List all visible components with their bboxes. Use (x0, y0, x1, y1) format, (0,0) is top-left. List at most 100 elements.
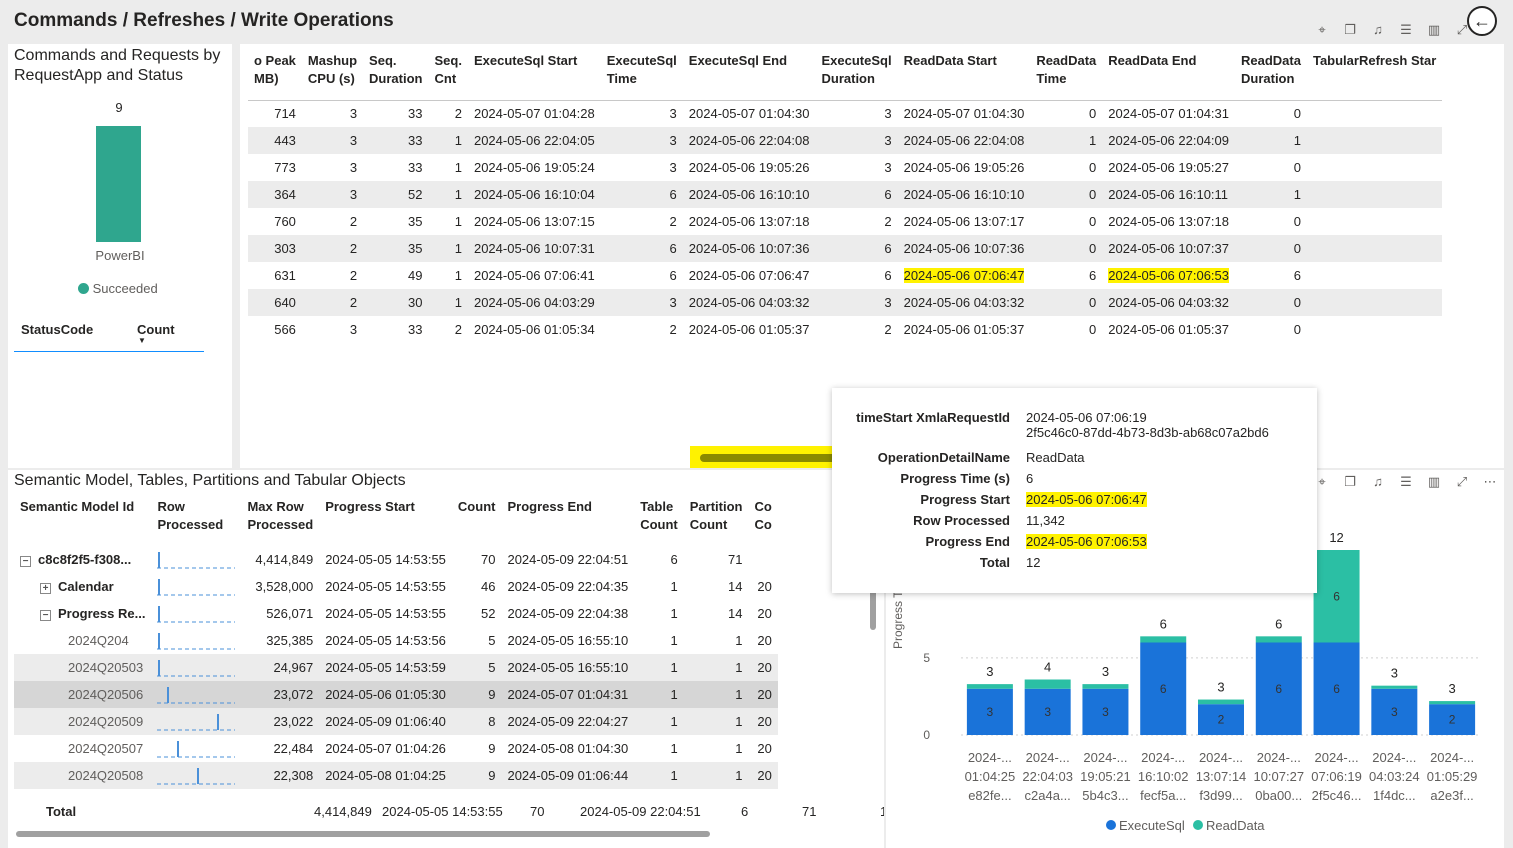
column-header[interactable]: Seq. Duration (363, 52, 428, 100)
expand-icon[interactable]: ⤢ (1452, 474, 1472, 490)
table-cell: 6 (1293, 268, 1301, 283)
table-cell: 1 (428, 127, 468, 154)
column-header[interactable]: ExecuteSql End (683, 52, 816, 100)
bar-segment[interactable] (966, 684, 1013, 689)
column-header[interactable]: Mashup CPU (s) (302, 52, 363, 100)
sparkline-icon (157, 686, 236, 703)
matrix-row[interactable]: 2024Q20506 23,072 2024-05-06 01:05:30 9 2024… (14, 681, 778, 708)
sparkline-cell (151, 708, 242, 735)
collapse-icon[interactable]: − (20, 556, 31, 567)
filter-icon[interactable]: ☰ (1396, 22, 1416, 38)
table-row[interactable]: 303 2 35 1 2024-05-06 10:07:31 6 2024-05-06 10… (248, 235, 1443, 262)
horizontal-scrollbar[interactable] (16, 831, 710, 837)
column-header[interactable]: Semantic Model Id (14, 498, 151, 546)
table-row[interactable]: 443 3 33 1 2024-05-06 22:04:05 3 2024-05-06 22… (248, 127, 1443, 154)
column-header[interactable]: ReadData Time (1030, 52, 1102, 100)
table-row[interactable]: 773 3 33 1 2024-05-06 19:05:24 3 2024-05-06 19… (248, 154, 1442, 181)
bar-powerbi[interactable] (96, 126, 141, 242)
column-header[interactable]: ReadData Start (898, 52, 1031, 100)
more-icon[interactable]: ⋯ (1480, 474, 1500, 490)
column-header[interactable]: Partition Count (684, 498, 749, 546)
x-tick-label: 2024-... (1430, 750, 1474, 765)
bar-segment[interactable] (1198, 699, 1244, 705)
vertical-scrollbar[interactable] (870, 590, 876, 630)
matrix-cell: 5 (451, 654, 502, 681)
copy-icon[interactable]: ❐ (1340, 474, 1360, 490)
table-cell (1306, 181, 1443, 208)
matrix-row[interactable]: − Progress Re... 526,071 2024-05-05 14:53:5… (14, 600, 778, 627)
sparkline-icon (157, 605, 236, 622)
x-tick-label: 1f4dc... (1373, 788, 1416, 803)
matrix-cell: 9 (451, 681, 502, 708)
legend-label[interactable]: ReadData (1206, 818, 1265, 833)
pin-icon[interactable]: ⌖ (1312, 22, 1332, 38)
col-statuscode[interactable]: StatusCode (21, 322, 93, 337)
table-cell: 3 (349, 160, 358, 175)
bell-icon[interactable]: ♫ (1368, 474, 1388, 490)
chart-icon[interactable]: ▥ (1424, 474, 1444, 490)
table-cell: 6 (600, 235, 683, 262)
matrix-row[interactable]: 2024Q20509 23,022 2024-05-09 01:06:40 8 2024… (14, 708, 778, 735)
collapse-icon[interactable]: − (40, 610, 51, 621)
matrix-row[interactable]: 2024Q204 325,385 2024-05-05 14:53:56 5 2024-… (14, 627, 778, 654)
table-cell: 631 (274, 268, 296, 283)
column-header[interactable]: Co Co (748, 498, 777, 546)
bell-icon[interactable]: ♫ (1368, 22, 1388, 38)
column-header[interactable]: Progress Start (319, 498, 452, 546)
column-header[interactable]: ExecuteSql Time (601, 52, 683, 100)
matrix-cell: 24,967 (241, 654, 320, 681)
bar-segment[interactable] (1429, 701, 1476, 705)
column-header[interactable]: Max Row Processed (241, 498, 319, 546)
table-cell: 2 (349, 214, 358, 229)
matrix-row[interactable]: 2024Q20507 22,484 2024-05-07 01:04:26 9 2024… (14, 735, 778, 762)
column-header[interactable]: TabularRefresh Star (1307, 52, 1442, 100)
bar-segment[interactable] (1255, 636, 1302, 643)
table-row[interactable]: 714 3 33 2 2024-05-07 01:04:28 3 2024-05-07 01… (248, 100, 1442, 127)
table-cell: 1 (454, 160, 462, 175)
expand-icon[interactable]: ⤢ (1452, 22, 1472, 38)
legend[interactable]: Succeeded (78, 281, 158, 296)
copy-icon[interactable]: ❐ (1340, 22, 1360, 38)
column-header[interactable]: Table Count (634, 498, 684, 546)
matrix-cell: 46 (481, 579, 496, 594)
column-header[interactable]: Seq. Cnt (429, 52, 468, 100)
column-header[interactable]: ExecuteSql Duration (816, 52, 898, 100)
column-header[interactable]: Count (452, 498, 502, 546)
matrix-row[interactable]: 2024Q20503 24,967 2024-05-05 14:53:59 5 2024… (14, 654, 778, 681)
matrix-row[interactable]: − c8c8f2f5-f308... 4,414,849 2024-05-05 14:… (14, 546, 778, 573)
table-cell: 303 (248, 235, 302, 262)
table-cell (1306, 289, 1443, 316)
col-count[interactable]: Count (137, 322, 175, 337)
table-cell: 2024-05-06 10:07:36 (897, 235, 1031, 262)
bar-segment[interactable] (1371, 685, 1418, 689)
table-cell: 2024-05-06 10:07:37 (1102, 235, 1235, 262)
column-header[interactable]: ExecuteSql Start (468, 52, 601, 100)
table-cell: 33 (408, 106, 423, 122)
bar-segment[interactable] (1024, 679, 1071, 689)
matrix-row[interactable]: + Calendar 3,528,000 2024-05-05 14:53:55 46 2… (14, 573, 778, 600)
bar-segment[interactable] (1140, 636, 1187, 643)
chart-icon[interactable]: ▥ (1424, 22, 1444, 38)
table-row[interactable]: 640 2 30 1 2024-05-06 04:03:29 3 2024-05-06 04… (248, 289, 1443, 316)
column-header[interactable]: ReadData End (1102, 52, 1235, 100)
column-header[interactable]: Progress End (501, 498, 634, 546)
tooltip-label: Row Processed (913, 513, 1010, 528)
filter-icon[interactable]: ☰ (1396, 474, 1416, 490)
row-label: 2024Q20503 (14, 654, 152, 681)
table-row[interactable]: 364 3 52 1 2024-05-06 16:10:04 6 2024-05-06 16… (248, 181, 1443, 208)
table-cell: 2 (884, 214, 892, 229)
table-row[interactable]: 631 2 49 1 2024-05-06 07:06:41 6 2024-05-06 07… (248, 262, 1442, 289)
table-row[interactable]: 760 2 35 1 2024-05-06 13:07:15 2 2024-05-06 13… (248, 208, 1442, 235)
legend-label[interactable]: ExecuteSql (1119, 818, 1185, 833)
matrix-cell (748, 546, 777, 573)
column-header[interactable]: Row Processed (151, 498, 241, 546)
bar-segment[interactable] (1082, 684, 1129, 689)
column-header[interactable]: ReadData Duration (1235, 52, 1307, 100)
table-row[interactable]: 566 3 33 2 2024-05-06 01:05:34 2 2024-05-06 01… (248, 316, 1442, 343)
expand-icon[interactable]: + (40, 583, 51, 594)
table-cell: 1 (428, 181, 468, 208)
column-header[interactable]: o Peak MB) (248, 52, 302, 100)
tooltip-value-text: 12 (1026, 555, 1041, 570)
tooltip-value: 2024-05-06 07:06:53 (1026, 534, 1147, 549)
matrix-row[interactable]: 2024Q20508 22,308 2024-05-08 01:04:25 9 2024… (14, 762, 778, 789)
